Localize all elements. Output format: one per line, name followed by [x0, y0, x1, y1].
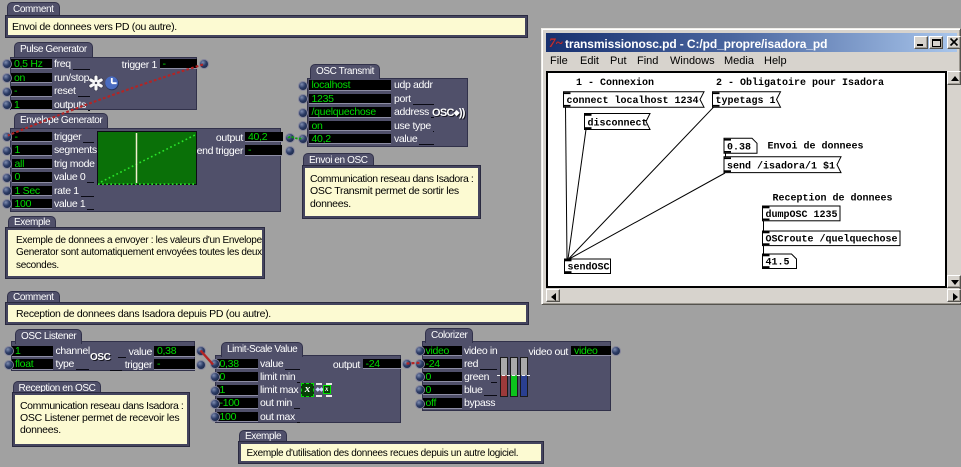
- svg-text:dumpOSC 1235: dumpOSC 1235: [765, 209, 837, 221]
- svg-text:send /isadora/1 $1: send /isadora/1 $1: [727, 160, 835, 172]
- svg-text:2 - Obligatoire pour Isadora: 2 - Obligatoire pour Isadora: [716, 77, 884, 89]
- svg-text:1 - Connexion: 1 - Connexion: [576, 77, 654, 89]
- svg-text:typetags 1: typetags 1: [715, 96, 775, 107]
- svg-text:connect localhost 1234: connect localhost 1234: [566, 95, 698, 107]
- svg-text:disconnect: disconnect: [587, 117, 647, 129]
- svg-text:Reception de donnees: Reception de donnees: [772, 192, 892, 204]
- svg-text:OSCroute /quelquechose: OSCroute /quelquechose: [765, 234, 897, 246]
- svg-text:Envoi de donnees: Envoi de donnees: [767, 141, 863, 153]
- svg-text:sendOSC: sendOSC: [567, 262, 609, 274]
